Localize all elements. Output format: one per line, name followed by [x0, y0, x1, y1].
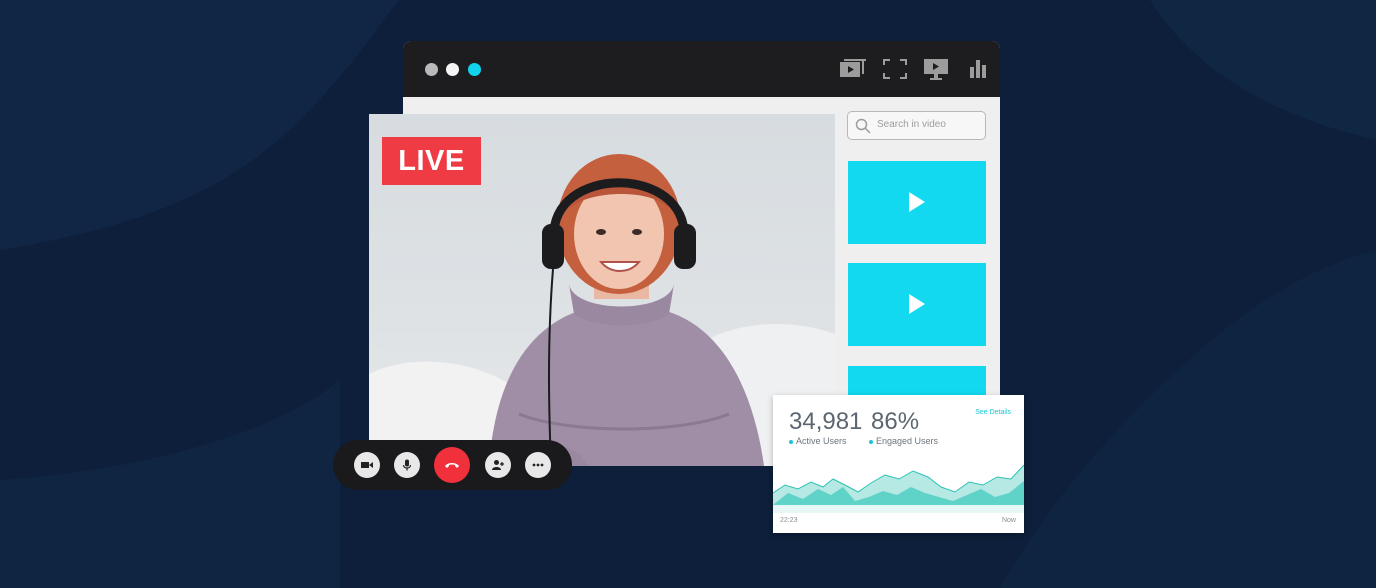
activity-area-chart — [773, 464, 1024, 513]
add-participant-button[interactable] — [485, 452, 511, 478]
microphone-button[interactable] — [394, 452, 420, 478]
active-users-label: Active Users — [789, 436, 847, 446]
screen-share-icon[interactable] — [922, 57, 950, 81]
engaged-users-label: Engaged Users — [869, 436, 938, 446]
live-badge: LIVE — [382, 137, 481, 185]
video-thumbnail[interactable] — [848, 161, 986, 244]
more-options-icon — [532, 463, 544, 467]
engaged-users-value: 86% — [871, 408, 920, 435]
window-close-dot[interactable] — [425, 63, 438, 76]
search-input[interactable]: Search in video — [847, 111, 986, 140]
chart-end-label: Now — [1001, 517, 1016, 524]
camera-button[interactable] — [354, 452, 380, 478]
end-call-button[interactable] — [434, 447, 470, 483]
stats-card: 34,981 86% Active Users Engaged Users Se… — [773, 395, 1024, 533]
window-titlebar — [403, 41, 1000, 97]
microphone-icon — [402, 459, 412, 471]
bullet-icon — [789, 439, 793, 444]
window-maximize-dot[interactable] — [468, 63, 481, 76]
end-call-icon — [445, 463, 459, 468]
search-icon — [855, 118, 871, 134]
analytics-icon[interactable] — [964, 57, 992, 81]
active-users-value: 34,981 — [789, 408, 863, 435]
chart-start-label: 22:23 — [780, 517, 798, 524]
see-details-link[interactable]: See Details — [975, 409, 1011, 416]
fullscreen-icon[interactable] — [881, 57, 909, 81]
video-gallery-icon[interactable] — [839, 57, 867, 81]
call-controls-bar — [333, 440, 572, 490]
play-icon — [909, 192, 925, 212]
play-icon — [909, 294, 925, 314]
search-placeholder: Search in video — [877, 119, 946, 130]
window-minimize-dot[interactable] — [446, 63, 459, 76]
more-options-button[interactable] — [525, 452, 551, 478]
camera-icon — [361, 462, 373, 468]
add-participant-icon — [492, 460, 504, 470]
bullet-icon — [869, 439, 873, 444]
video-thumbnail[interactable] — [848, 263, 986, 346]
